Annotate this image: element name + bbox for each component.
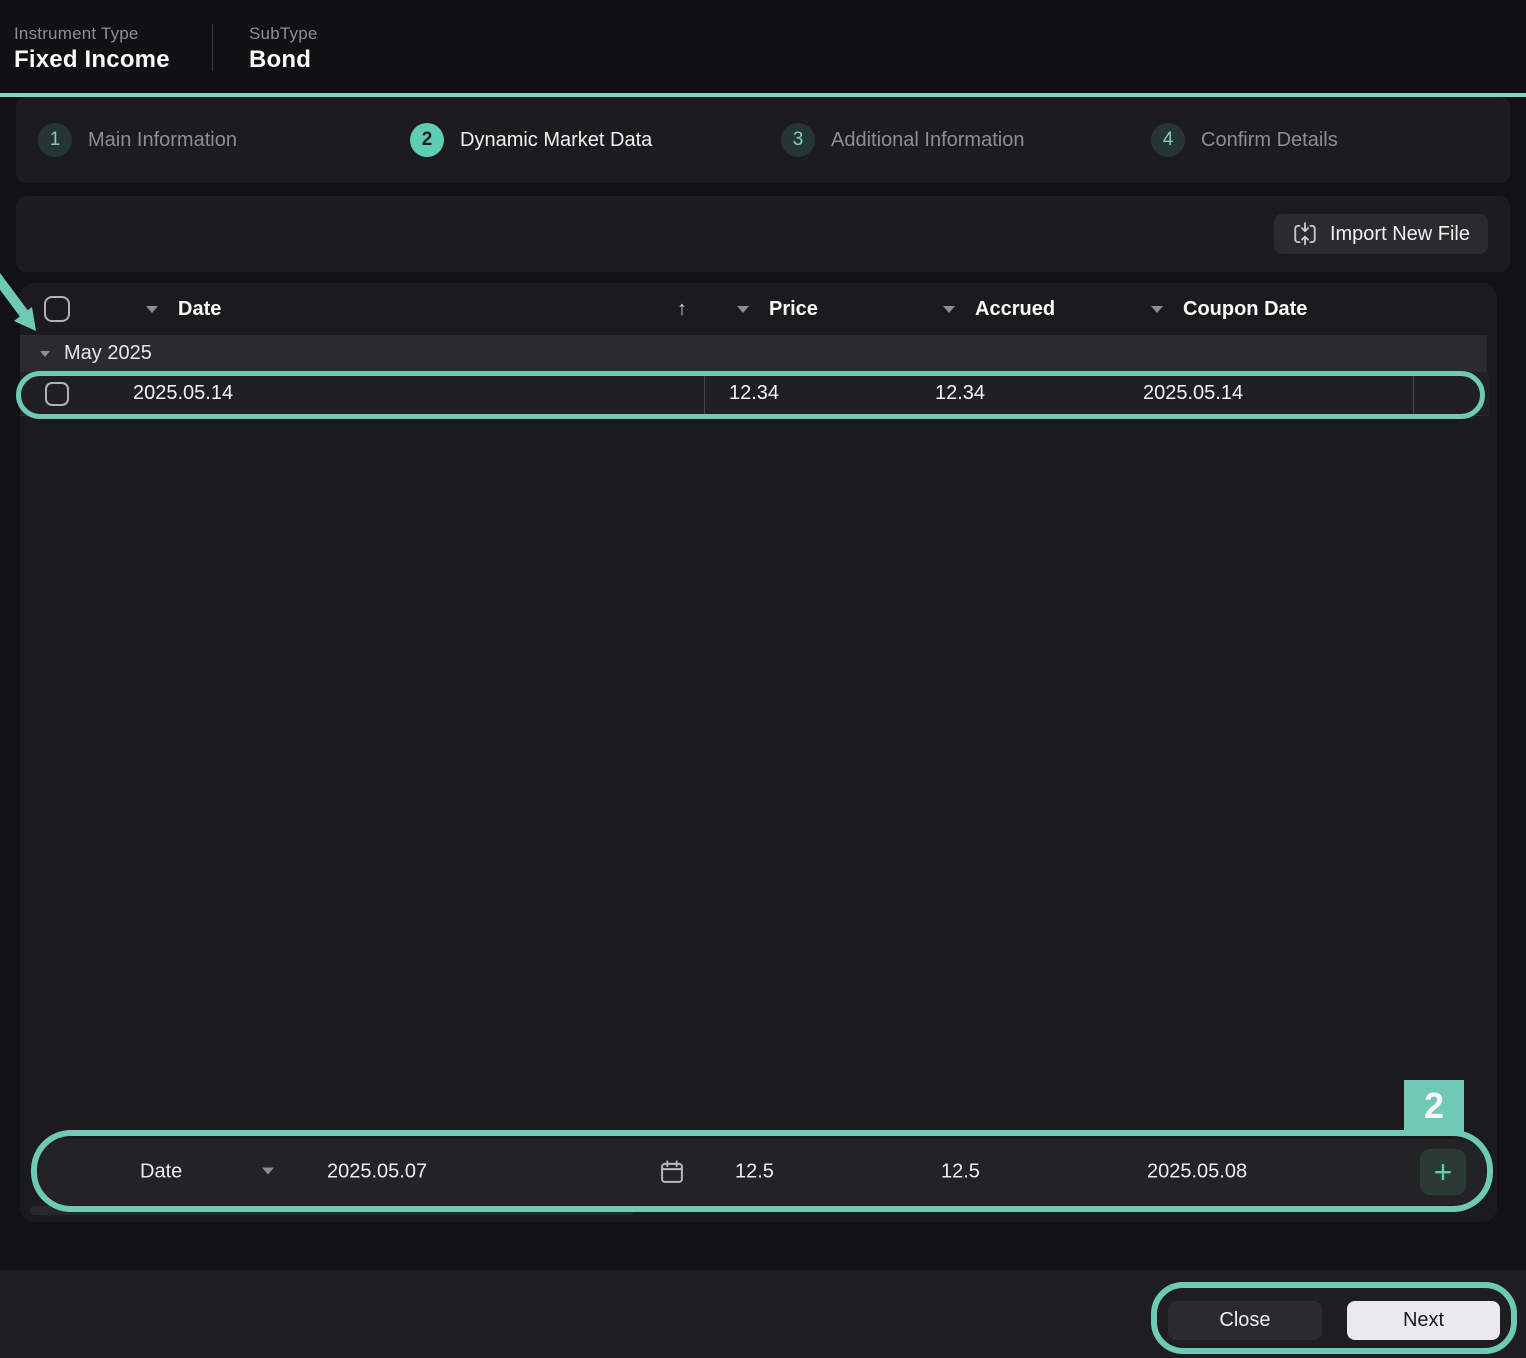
instrument-wizard-screen: Instrument Type Fixed Income SubType Bon… (0, 0, 1526, 1358)
column-header-price[interactable]: Price (705, 283, 911, 335)
table-row[interactable]: 2025.05.14 12.34 12.34 2025.05.14 (20, 372, 1489, 416)
row-coupon-date-cell: 2025.05.14 (1119, 372, 1414, 415)
column-header-coupon-date[interactable]: Coupon Date (1119, 283, 1414, 335)
grid-header-row: Date ↑ Price Accrued Coupon Date (20, 283, 1497, 335)
wizard-stepper: 1 Main Information 2 Dynamic Market Data… (16, 97, 1510, 183)
step-label: Main Information (88, 129, 237, 152)
column-header-actions (1414, 283, 1497, 335)
column-header-label: Price (769, 298, 818, 321)
table-toolbar: Import New File (16, 196, 1510, 272)
field-type-select[interactable]: Date (140, 1161, 182, 1184)
column-menu-caret-icon[interactable] (146, 306, 158, 313)
step-number-badge: 4 (1151, 123, 1185, 157)
column-header-label: Coupon Date (1183, 298, 1307, 321)
add-row-button[interactable]: + (1420, 1149, 1466, 1195)
group-row-label: May 2025 (64, 342, 152, 365)
step-number-badge: 1 (38, 123, 72, 157)
horizontal-scrollbar-thumb[interactable] (30, 1206, 634, 1215)
step-number-badge: 2 (410, 123, 444, 157)
date-input[interactable]: 2025.05.07 (327, 1161, 427, 1184)
next-button[interactable]: Next (1347, 1301, 1500, 1340)
subtype-meta: SubType Bond (249, 24, 318, 74)
page-header: Instrument Type Fixed Income SubType Bon… (0, 0, 1526, 93)
sort-ascending-icon[interactable]: ↑ (677, 298, 687, 321)
row-checkbox[interactable] (45, 382, 69, 406)
row-price-cell: 12.34 (705, 372, 911, 415)
import-new-file-button[interactable]: Import New File (1274, 214, 1488, 254)
group-row-may-2025[interactable]: May 2025 (20, 335, 1487, 372)
step-confirm-details[interactable]: 4 Confirm Details (1151, 97, 1338, 183)
select-all-cell (20, 283, 125, 335)
row-select-cell (20, 372, 125, 415)
field-type-caret-icon[interactable] (262, 1158, 274, 1181)
step-number-badge: 3 (781, 123, 815, 157)
price-input[interactable]: 12.5 (735, 1161, 774, 1184)
close-button[interactable]: Close (1168, 1301, 1322, 1340)
import-icon (1292, 221, 1318, 247)
step-additional-information[interactable]: 3 Additional Information (781, 97, 1024, 183)
instrument-type-meta: Instrument Type Fixed Income (14, 24, 212, 74)
group-collapse-caret-icon[interactable] (40, 351, 50, 357)
step-label: Dynamic Market Data (460, 129, 652, 152)
column-menu-caret-icon[interactable] (737, 306, 749, 313)
coupon-date-input[interactable]: 2025.05.08 (1147, 1161, 1247, 1184)
calendar-icon[interactable] (658, 1158, 686, 1186)
column-header-label: Accrued (975, 298, 1055, 321)
accrued-input[interactable]: 12.5 (941, 1161, 980, 1184)
column-header-date[interactable]: Date ↑ (125, 283, 705, 335)
column-menu-caret-icon[interactable] (943, 306, 955, 313)
wizard-footer: Close Next (0, 1270, 1526, 1358)
instrument-type-value: Fixed Income (14, 46, 212, 74)
column-menu-caret-icon[interactable] (1151, 306, 1163, 313)
instrument-type-label: Instrument Type (14, 24, 212, 44)
select-all-checkbox[interactable] (44, 296, 70, 322)
step-label: Confirm Details (1201, 129, 1338, 152)
market-data-grid: Date ↑ Price Accrued Coupon Date May 202… (20, 283, 1497, 1222)
step-main-information[interactable]: 1 Main Information (38, 97, 237, 183)
subtype-value: Bond (249, 46, 318, 74)
row-date-cell: 2025.05.14 (125, 372, 705, 415)
column-header-accrued[interactable]: Accrued (911, 283, 1119, 335)
subtype-label: SubType (249, 24, 318, 44)
row-accrued-cell: 12.34 (911, 372, 1119, 415)
step-dynamic-market-data[interactable]: 2 Dynamic Market Data (410, 97, 652, 183)
add-entry-row: Date 2025.05.07 12.5 12.5 2025.05.08 + (38, 1139, 1486, 1205)
import-button-label: Import New File (1330, 223, 1470, 246)
row-actions-cell (1414, 372, 1489, 415)
header-divider (212, 24, 213, 71)
column-header-label: Date (178, 298, 221, 321)
step-label: Additional Information (831, 129, 1024, 152)
